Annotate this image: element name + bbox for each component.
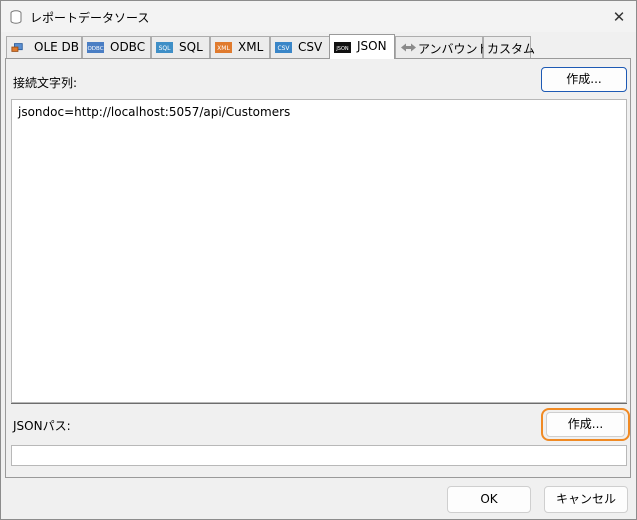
svg-text:JSON: JSON [335,46,349,52]
tab-label: アンバウンド [418,42,490,56]
odbc-icon: ODBC [87,42,104,53]
ok-button[interactable]: OK [447,486,531,513]
window-title: レポートデータソース [30,11,150,25]
ole-db-icon [11,43,23,52]
tab-json[interactable]: JSON JSON [329,34,395,59]
close-icon: ✕ [612,8,626,26]
tab-label: ODBC [110,40,146,54]
tab-label: SQL [179,40,203,54]
tab-custom[interactable]: カスタム [483,36,535,58]
title-bar: レポートデータソース ✕ [1,1,636,32]
svg-text:SQL: SQL [159,45,172,52]
database-icon [10,10,22,24]
connection-string-label: 接続文字列: [13,76,78,90]
tab-ole-db[interactable]: OLE DB [6,36,82,58]
json-path-input[interactable] [11,445,627,466]
svg-text:XML: XML [217,45,230,52]
sql-icon: SQL [156,42,173,53]
svg-text:ODBC: ODBC [87,46,103,52]
svg-text:CSV: CSV [277,45,290,52]
tab-csv[interactable]: CSV CSV [270,36,330,58]
tab-label: OLE DB [34,40,79,54]
tab-label: カスタム [487,42,536,56]
tab-odbc[interactable]: ODBC ODBC [82,36,151,58]
divider [11,403,627,404]
tab-label: XML [238,40,264,54]
build-json-path-button[interactable]: 作成... [546,412,625,437]
connection-string-textarea[interactable]: jsondoc=http://localhost:5057/api/Custom… [11,99,627,403]
tab-bar: OLE DB ODBC ODBC SQL SQL XML XML CSV CSV… [6,34,634,59]
tab-unbound[interactable]: アンバウンド [395,36,490,58]
tab-sql[interactable]: SQL SQL [151,36,210,58]
tab-label: CSV [298,40,323,54]
json-icon: JSON [334,42,351,53]
tab-label: JSON [357,39,387,53]
build-connection-button[interactable]: 作成... [541,67,627,92]
close-button[interactable]: ✕ [608,6,630,28]
tab-xml[interactable]: XML XML [210,36,270,58]
cancel-button[interactable]: キャンセル [544,486,628,513]
unbound-icon [401,43,416,52]
csv-icon: CSV [275,42,292,53]
xml-icon: XML [215,42,232,53]
json-tab-panel: 接続文字列: 作成... jsondoc=http://localhost:50… [5,58,631,478]
report-data-source-dialog: レポートデータソース ✕ OLE DB ODBC ODBC SQL SQL XM… [0,0,637,520]
json-path-label: JSONパス: [13,419,71,433]
